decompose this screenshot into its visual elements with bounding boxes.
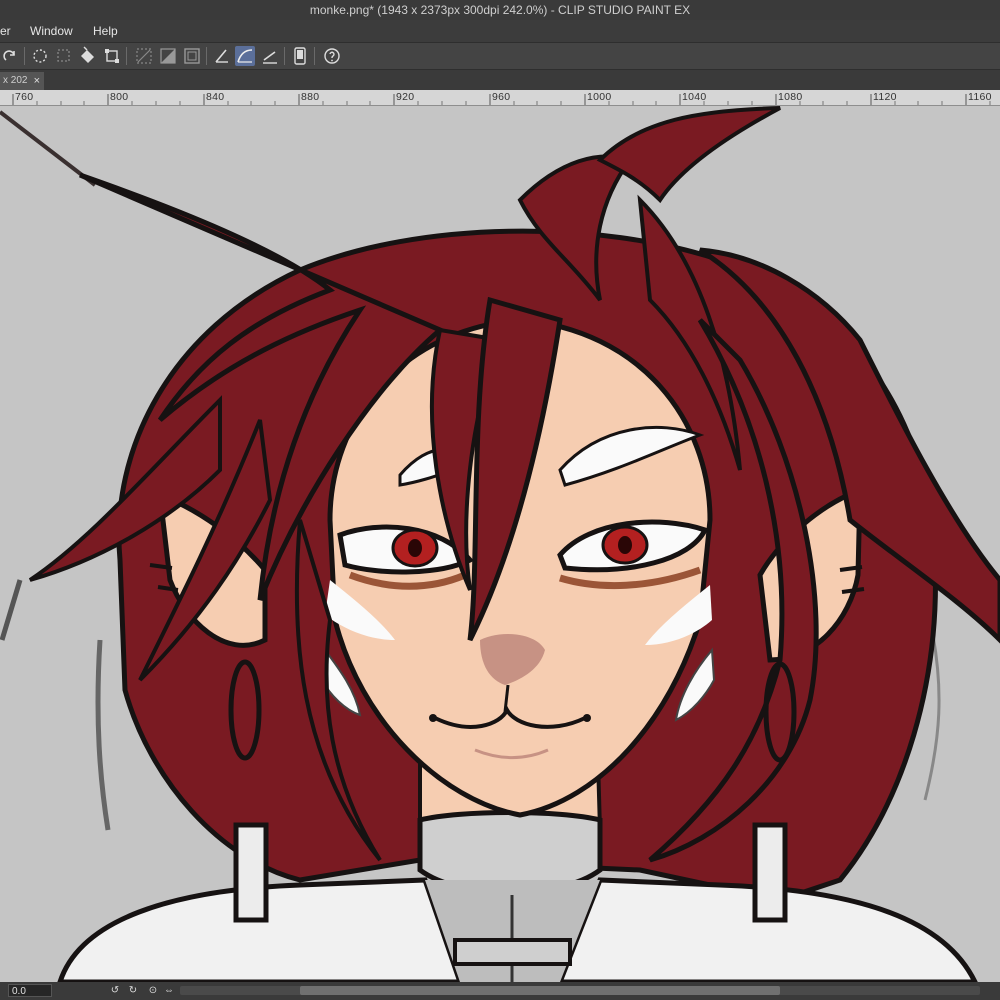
help-icon[interactable] xyxy=(322,46,342,66)
toolbar-separator xyxy=(314,47,315,65)
ruler-label: 880 xyxy=(301,91,320,103)
zoom-value: 0.0 xyxy=(12,986,26,997)
menu-item-layer[interactable]: er xyxy=(0,24,11,38)
command-bar xyxy=(0,42,1000,70)
select-all-icon[interactable] xyxy=(30,46,50,66)
ruler-snap-icon[interactable] xyxy=(212,46,232,66)
toolbar-separator xyxy=(284,47,285,65)
ruler-label: 960 xyxy=(492,91,511,103)
window-title-bar: monke.png* (1943 x 2373px 300dpi 242.0%)… xyxy=(0,0,1000,20)
ruler-label: 760 xyxy=(15,91,34,103)
ruler-label: 800 xyxy=(110,91,129,103)
deselect-icon[interactable] xyxy=(54,46,74,66)
invert-selection-icon[interactable] xyxy=(158,46,178,66)
close-icon[interactable]: × xyxy=(34,72,40,90)
canvas-tab-bar: x 202 × xyxy=(0,70,1000,90)
mouth-corner xyxy=(429,714,437,722)
earring-pendant-left xyxy=(233,822,269,923)
pupil-left xyxy=(408,539,422,557)
canvas-tab[interactable]: x 202 × xyxy=(0,72,44,90)
sketch-stroke xyxy=(95,639,111,831)
artwork-illustration xyxy=(0,106,1000,982)
ruler-label: 1120 xyxy=(873,91,897,103)
ruler-label: 840 xyxy=(206,91,225,103)
flip-icon[interactable]: ⇔ xyxy=(162,984,176,998)
pupil-right xyxy=(618,536,632,554)
ruler-label: 920 xyxy=(396,91,415,103)
hide-selection-icon[interactable] xyxy=(134,46,154,66)
menu-item-window[interactable]: Window xyxy=(30,24,73,38)
hair-strand xyxy=(596,106,781,204)
window-title: monke.png* (1943 x 2373px 300dpi 242.0%)… xyxy=(309,3,691,17)
sketch-stroke xyxy=(0,579,23,641)
mouth-corner xyxy=(583,714,591,722)
toolbar-separator xyxy=(24,47,25,65)
border-icon[interactable] xyxy=(182,46,202,66)
horizontal-scrollbar[interactable] xyxy=(180,986,980,995)
menu-item-help[interactable]: Help xyxy=(93,24,118,38)
earring-pendant-right xyxy=(752,822,788,923)
menu-bar: er Window Help xyxy=(0,20,1000,42)
shirt-clasp xyxy=(453,938,572,966)
status-bar: 0.0 ↺ ↻ ⊙ ⇔ xyxy=(0,982,1000,1000)
rotate-right-icon[interactable]: ↻ xyxy=(126,984,140,998)
toolbar-separator xyxy=(126,47,127,65)
canvas-tab-label: x 202 xyxy=(3,75,28,86)
ruler-label: 1000 xyxy=(587,91,612,103)
horizontal-ruler: 760 800 840 880 920 960 1000 1040 1080 1… xyxy=(0,90,1000,106)
curve-snap-icon[interactable] xyxy=(235,46,255,66)
ruler-label: 1040 xyxy=(682,91,707,103)
redo-icon[interactable] xyxy=(0,46,20,66)
reset-rotation-icon[interactable]: ⊙ xyxy=(146,984,160,998)
drawing-canvas[interactable] xyxy=(0,106,1000,982)
scrollbar-thumb[interactable] xyxy=(300,986,780,995)
rotate-left-icon[interactable]: ↺ xyxy=(108,984,122,998)
tablet-icon[interactable] xyxy=(290,46,310,66)
toolbar-separator xyxy=(206,47,207,65)
zoom-input[interactable]: 0.0 xyxy=(8,984,52,997)
special-ruler-snap-icon[interactable] xyxy=(260,46,280,66)
ruler-label: 1160 xyxy=(968,91,992,103)
fill-icon[interactable] xyxy=(78,46,98,66)
ruler-label: 1080 xyxy=(778,91,803,103)
transform-icon[interactable] xyxy=(102,46,122,66)
